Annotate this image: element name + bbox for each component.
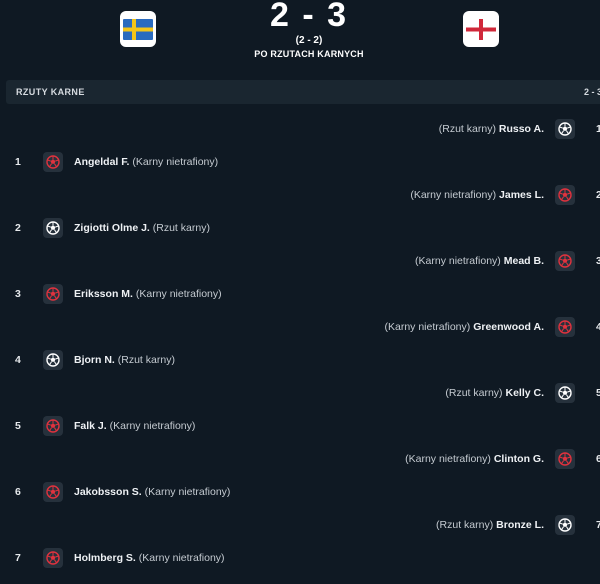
- section-title: RZUTY KARNE: [16, 87, 85, 97]
- penalty-taker[interactable]: (Rzut karny) Bronze L.: [436, 519, 544, 531]
- penalty-taker[interactable]: (Karny nietrafiony) Mead B.: [415, 255, 544, 267]
- penalty-taker[interactable]: Zigiotti Olme J. (Rzut karny): [74, 222, 210, 234]
- penalty-missed-icon: [43, 284, 63, 304]
- penalty-note: (Karny nietrafiony): [132, 156, 219, 168]
- player-name[interactable]: Mead B.: [504, 255, 544, 267]
- penalty-row-home: 2 Zigiotti Olme J. (Rzut karny): [0, 218, 600, 238]
- away-team-flag[interactable]: [463, 11, 499, 47]
- penalty-scored-icon: [555, 383, 575, 403]
- player-name[interactable]: Angeldal F.: [74, 156, 129, 168]
- penalty-row-home: 4 Bjorn N. (Rzut karny): [0, 350, 600, 370]
- penalty-taker[interactable]: Holmberg S. (Karny nietrafiony): [74, 552, 225, 564]
- penalty-taker[interactable]: Angeldal F. (Karny nietrafiony): [74, 156, 218, 168]
- player-name[interactable]: Jakobsson S.: [74, 486, 142, 498]
- penalty-row-away: 2 (Karny nietrafiony) James L.: [0, 185, 600, 205]
- penalty-note: (Karny nietrafiony): [138, 552, 225, 564]
- penalty-note: (Karny nietrafiony): [109, 420, 196, 432]
- penalty-taker[interactable]: (Karny nietrafiony) James L.: [410, 189, 544, 201]
- penalty-row-away: 7 (Rzut karny) Bronze L.: [0, 515, 600, 535]
- match-header: 2 - 3 (2 - 2) PO RZUTACH KARNYCH: [0, 0, 600, 72]
- penalty-row-away: 4 (Karny nietrafiony) Greenwood A.: [0, 317, 600, 337]
- penalty-missed-icon: [43, 548, 63, 568]
- player-name[interactable]: Russo A.: [499, 123, 544, 135]
- penalty-taker[interactable]: (Karny nietrafiony) Greenwood A.: [384, 321, 544, 333]
- section-score: 2 - 3: [584, 87, 600, 97]
- penalty-missed-icon: [555, 317, 575, 337]
- match-score: 2 - 3: [269, 0, 349, 34]
- penalty-number: 5: [15, 420, 21, 432]
- player-name[interactable]: Greenwood A.: [473, 321, 544, 333]
- player-name[interactable]: Eriksson M.: [74, 288, 133, 300]
- penalties-section-header: RZUTY KARNE 2 - 3: [6, 80, 600, 104]
- player-name[interactable]: Bjorn N.: [74, 354, 115, 366]
- penalty-number: 6: [596, 453, 600, 465]
- penalty-note: (Karny nietrafiony): [415, 255, 501, 267]
- penalty-missed-icon: [555, 449, 575, 469]
- penalty-note: (Karny nietrafiony): [384, 321, 471, 333]
- penalty-number: 4: [596, 321, 600, 333]
- penalty-note: (Rzut karny): [152, 222, 210, 234]
- aggregate-score: (2 - 2): [295, 35, 323, 46]
- penalty-number: 1: [15, 156, 21, 168]
- penalty-missed-icon: [43, 416, 63, 436]
- penalty-missed-icon: [43, 482, 63, 502]
- penalty-note: (Karny nietrafiony): [135, 288, 222, 300]
- penalty-row-home: 1 Angeldal F. (Karny nietrafiony): [0, 152, 600, 172]
- penalty-number: 2: [15, 222, 21, 234]
- penalty-scored-icon: [43, 218, 63, 238]
- penalty-note: (Rzut karny): [438, 123, 496, 135]
- penalty-scored-icon: [555, 515, 575, 535]
- player-name[interactable]: Holmberg S.: [74, 552, 136, 564]
- penalty-scored-icon: [43, 350, 63, 370]
- penalty-note: (Rzut karny): [117, 354, 175, 366]
- penalty-number: 6: [15, 486, 21, 498]
- penalty-number: 4: [15, 354, 21, 366]
- penalty-taker[interactable]: Falk J. (Karny nietrafiony): [74, 420, 195, 432]
- player-name[interactable]: Clinton G.: [494, 453, 544, 465]
- penalty-row-away: 1 (Rzut karny) Russo A.: [0, 119, 600, 139]
- penalty-number: 7: [15, 552, 21, 564]
- penalty-note: (Rzut karny): [445, 387, 503, 399]
- penalty-number: 3: [15, 288, 21, 300]
- penalty-taker[interactable]: Jakobsson S. (Karny nietrafiony): [74, 486, 230, 498]
- penalty-note: (Karny nietrafiony): [144, 486, 231, 498]
- penalty-taker[interactable]: Eriksson M. (Karny nietrafiony): [74, 288, 222, 300]
- england-flag-icon: [466, 18, 496, 40]
- penalty-number: 1: [596, 123, 600, 135]
- penalty-missed-icon: [43, 152, 63, 172]
- penalty-row-away: 3 (Karny nietrafiony) Mead B.: [0, 251, 600, 271]
- penalty-taker[interactable]: (Rzut karny) Russo A.: [439, 123, 544, 135]
- penalty-row-home: 5 Falk J. (Karny nietrafiony): [0, 416, 600, 436]
- player-name[interactable]: Falk J.: [74, 420, 107, 432]
- player-name[interactable]: Kelly C.: [505, 387, 544, 399]
- penalty-note: (Rzut karny): [436, 519, 494, 531]
- penalty-number: 7: [596, 519, 600, 531]
- penalty-missed-icon: [555, 251, 575, 271]
- penalty-row-home: 7 Holmberg S. (Karny nietrafiony): [0, 548, 600, 568]
- penalty-taker[interactable]: (Rzut karny) Kelly C.: [445, 387, 544, 399]
- penalty-scored-icon: [555, 119, 575, 139]
- penalty-row-home: 6 Jakobsson S. (Karny nietrafiony): [0, 482, 600, 502]
- penalty-missed-icon: [555, 185, 575, 205]
- penalty-number: 2: [596, 189, 600, 201]
- penalty-row-away: 5 (Rzut karny) Kelly C.: [0, 383, 600, 403]
- penalty-taker[interactable]: (Karny nietrafiony) Clinton G.: [405, 453, 544, 465]
- penalty-taker[interactable]: Bjorn N. (Rzut karny): [74, 354, 175, 366]
- penalty-note: (Karny nietrafiony): [405, 453, 491, 465]
- penalty-number: 3: [596, 255, 600, 267]
- penalty-note: (Karny nietrafiony): [410, 189, 497, 201]
- penalty-row-away: 6 (Karny nietrafiony) Clinton G.: [0, 449, 600, 469]
- penalty-row-home: 3 Eriksson M. (Karny nietrafiony): [0, 284, 600, 304]
- penalties-label: PO RZUTACH KARNYCH: [254, 49, 364, 59]
- penalty-number: 5: [596, 387, 600, 399]
- player-name[interactable]: James L.: [499, 189, 544, 201]
- player-name[interactable]: Bronze L.: [496, 519, 544, 531]
- player-name[interactable]: Zigiotti Olme J.: [74, 222, 150, 234]
